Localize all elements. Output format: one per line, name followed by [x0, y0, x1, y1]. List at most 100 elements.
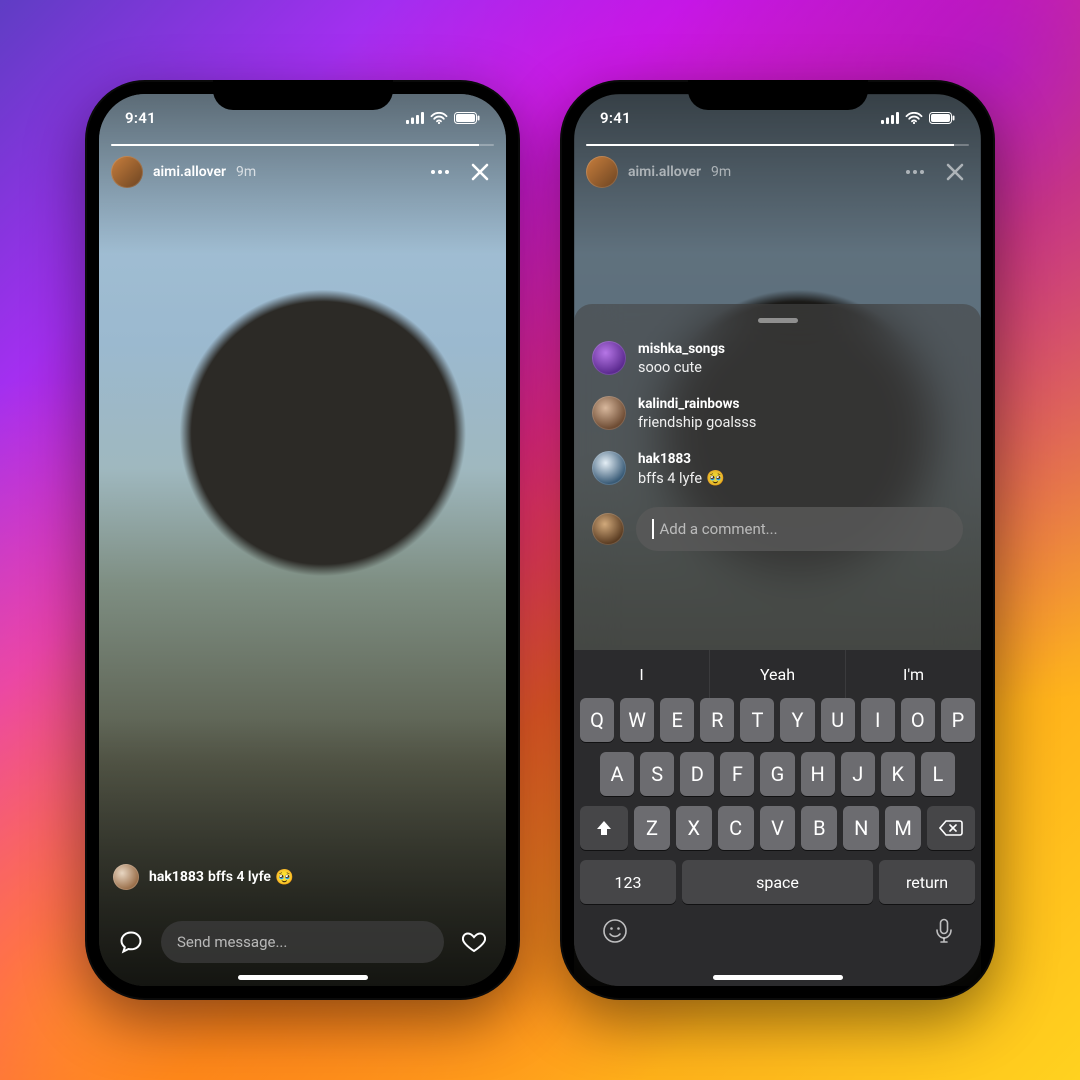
key[interactable]: U	[821, 698, 855, 742]
key[interactable]: X	[676, 806, 712, 850]
key[interactable]: B	[801, 806, 837, 850]
comment-emoji: 🥹	[706, 469, 725, 487]
self-avatar[interactable]	[592, 513, 624, 545]
key[interactable]: N	[843, 806, 879, 850]
suggestion[interactable]: Yeah	[709, 650, 845, 698]
keyboard: I Yeah I'm Q W E R T Y U I O P A S D F	[574, 650, 981, 986]
key[interactable]: F	[720, 752, 754, 796]
caption-avatar[interactable]	[113, 864, 139, 890]
keyboard-row: A S D F G H J K L	[574, 752, 981, 796]
return-key[interactable]: return	[879, 860, 975, 904]
comment-username[interactable]: kalindi_rainbows	[638, 396, 756, 412]
story-timestamp: 9m	[236, 164, 256, 180]
close-button[interactable]	[941, 158, 969, 186]
emoji-key[interactable]	[602, 918, 628, 944]
story-progress	[586, 144, 969, 146]
comment-username[interactable]: mishka_songs	[638, 341, 725, 357]
comment-avatar[interactable]	[592, 451, 626, 485]
author-avatar[interactable]	[586, 156, 618, 188]
story-header: aimi.allover 9m	[99, 144, 506, 188]
comment-text: sooo cute	[638, 359, 702, 376]
key[interactable]: C	[718, 806, 754, 850]
author-username[interactable]: aimi.allover	[628, 164, 701, 180]
battery-icon	[929, 112, 955, 124]
add-comment-row: Add a comment...	[592, 507, 963, 551]
comment-avatar[interactable]	[592, 396, 626, 430]
story-image[interactable]	[99, 94, 506, 986]
key[interactable]: S	[640, 752, 674, 796]
comment-text: friendship goalsss	[638, 414, 756, 431]
comment-button[interactable]	[113, 924, 149, 960]
keyboard-row: Z X C V B N M	[574, 806, 981, 850]
phone-right: 9:41 aimi.allover 9m	[560, 80, 995, 1000]
shift-key[interactable]	[580, 806, 628, 850]
numbers-key[interactable]: 123	[580, 860, 676, 904]
home-indicator[interactable]	[713, 975, 843, 980]
author-avatar[interactable]	[111, 156, 143, 188]
key[interactable]: L	[921, 752, 955, 796]
phone-left: 9:41 aimi.allover 9m	[85, 80, 520, 1000]
keyboard-row: Q W E R T Y U I O P	[574, 698, 981, 742]
keyboard-footer	[574, 914, 981, 958]
status-right	[406, 112, 480, 124]
caption-text: bffs 4 lyfe	[208, 869, 271, 885]
key[interactable]: V	[760, 806, 796, 850]
comment-row: hak1883 bffs 4 lyfe 🥹	[592, 451, 963, 487]
wifi-icon	[430, 112, 448, 124]
key[interactable]: M	[885, 806, 921, 850]
close-button[interactable]	[466, 158, 494, 186]
screen: 9:41 aimi.allover 9m	[99, 94, 506, 986]
key[interactable]: D	[680, 752, 714, 796]
suggestion[interactable]: I	[574, 650, 709, 698]
send-message-placeholder: Send message...	[177, 933, 287, 951]
comment-text: bffs 4 lyfe	[638, 470, 702, 487]
key[interactable]: P	[941, 698, 975, 742]
add-comment-placeholder: Add a comment...	[660, 520, 778, 538]
notch	[688, 80, 868, 110]
caption-username[interactable]: hak1883	[149, 869, 204, 885]
comment-row: kalindi_rainbows friendship goalsss	[592, 396, 963, 431]
key[interactable]: I	[861, 698, 895, 742]
home-indicator[interactable]	[238, 975, 368, 980]
key[interactable]: K	[881, 752, 915, 796]
status-right	[881, 112, 955, 124]
key[interactable]: Q	[580, 698, 614, 742]
author-username[interactable]: aimi.allover	[153, 164, 226, 180]
keyboard-suggestions: I Yeah I'm	[574, 650, 981, 698]
key[interactable]: H	[801, 752, 835, 796]
story-header: aimi.allover 9m	[574, 144, 981, 188]
key[interactable]: O	[901, 698, 935, 742]
key[interactable]: A	[600, 752, 634, 796]
suggestion[interactable]: I'm	[845, 650, 981, 698]
dictation-key[interactable]	[935, 918, 953, 944]
status-time: 9:41	[125, 109, 156, 127]
like-button[interactable]	[456, 924, 492, 960]
sheet-grabber[interactable]	[758, 318, 798, 323]
key[interactable]: Y	[780, 698, 814, 742]
key[interactable]: G	[760, 752, 794, 796]
key[interactable]: J	[841, 752, 875, 796]
key[interactable]: T	[740, 698, 774, 742]
status-time: 9:41	[600, 109, 631, 127]
add-comment-input[interactable]: Add a comment...	[636, 507, 963, 551]
send-message-input[interactable]: Send message...	[161, 921, 444, 963]
key[interactable]: Z	[634, 806, 670, 850]
screen: 9:41 aimi.allover 9m	[574, 94, 981, 986]
battery-icon	[454, 112, 480, 124]
wifi-icon	[905, 112, 923, 124]
more-options-button[interactable]	[899, 165, 931, 179]
more-options-button[interactable]	[424, 165, 456, 179]
keyboard-row: 123 space return	[574, 860, 981, 904]
key[interactable]: W	[620, 698, 654, 742]
story-caption: hak1883 bffs 4 lyfe 🥹	[113, 864, 294, 890]
comment-row: mishka_songs sooo cute	[592, 341, 963, 376]
comment-username[interactable]: hak1883	[638, 451, 725, 467]
comment-avatar[interactable]	[592, 341, 626, 375]
notch	[213, 80, 393, 110]
space-key[interactable]: space	[682, 860, 873, 904]
cellular-icon	[406, 112, 424, 124]
backspace-key[interactable]	[927, 806, 975, 850]
key[interactable]: E	[660, 698, 694, 742]
key[interactable]: R	[700, 698, 734, 742]
story-progress[interactable]	[111, 144, 494, 146]
